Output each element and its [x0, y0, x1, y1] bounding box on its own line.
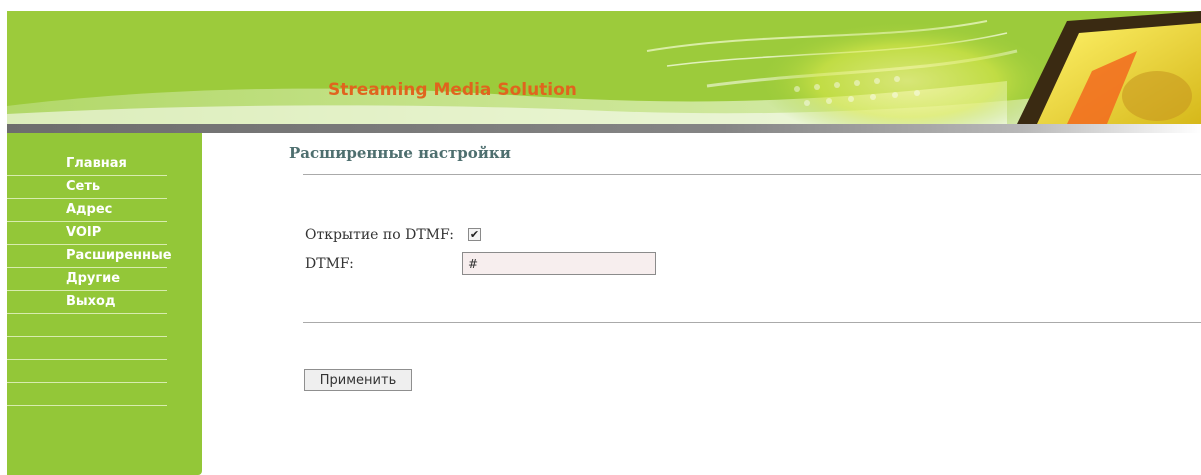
sidebar-empty-row [7, 314, 167, 337]
banner-title: Streaming Media Solution [328, 80, 577, 100]
header-divider [7, 124, 1201, 133]
sidebar-nav: Главная Сеть Адрес VOIP Расширенные Друг… [7, 153, 172, 406]
sidebar-empty-row [7, 360, 167, 383]
title-divider [303, 174, 1201, 175]
page-title: Расширенные настройки [289, 144, 511, 162]
sidebar-item-other[interactable]: Другие [7, 268, 167, 291]
apply-button[interactable]: Применить [304, 369, 412, 391]
sidebar-empty-row [7, 383, 167, 406]
sidebar-item-home[interactable]: Главная [7, 153, 167, 176]
form-divider [303, 322, 1201, 323]
sidebar-item-logout[interactable]: Выход [7, 291, 167, 314]
sidebar-empty-row [7, 337, 167, 360]
dtmf-input[interactable] [462, 252, 656, 275]
dtmf-open-checkbox[interactable]: ✔ [468, 228, 481, 241]
sidebar-item-network[interactable]: Сеть [7, 176, 167, 199]
sidebar-item-voip[interactable]: VOIP [7, 222, 167, 245]
sidebar-item-advanced[interactable]: Расширенные [7, 245, 172, 268]
sidebar: Главная Сеть Адрес VOIP Расширенные Друг… [7, 133, 202, 475]
sidebar-item-address[interactable]: Адрес [7, 199, 167, 222]
dtmf-label: DTMF: [305, 256, 354, 272]
checkmark-icon: ✔ [469, 228, 480, 241]
header-banner: Streaming Media Solution [7, 11, 1201, 124]
dtmf-open-label: Открытие по DTMF: [305, 227, 454, 243]
banner-artwork [7, 11, 1201, 124]
